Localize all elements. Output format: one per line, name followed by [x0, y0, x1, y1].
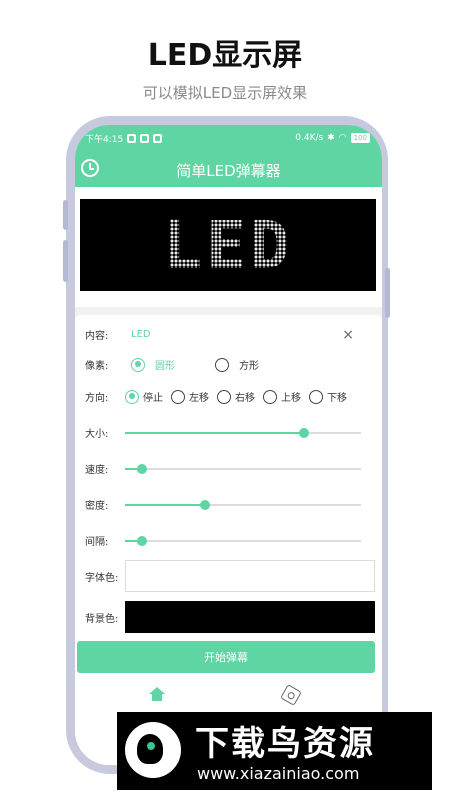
font-color-row: 字体色: — [85, 560, 375, 592]
font-color-swatch[interactable] — [125, 560, 375, 592]
radio-selected-icon — [131, 357, 145, 372]
pixel-label: 像素: — [85, 361, 109, 372]
slider-thumb[interactable] — [200, 499, 211, 510]
speed-row: 速度: — [85, 461, 374, 476]
close-icon[interactable]: × — [342, 327, 354, 343]
direction-label: 方向: — [85, 393, 109, 404]
phone-side-button — [63, 200, 68, 230]
led-preview-card: LED — [75, 187, 382, 307]
slider-thumb[interactable] — [136, 535, 147, 546]
status-bar: 下午4:15 0.4K/s ✱ ◠ 100 — [85, 131, 370, 145]
watermark: 下载鸟资源 www.xiazainiao.com — [117, 712, 432, 790]
font-color-label: 字体色: — [85, 572, 119, 584]
led-preview[interactable]: LED — [80, 199, 376, 291]
settings-form: 内容: LED × 像素: 圆形 方形 方向: 停止 左移 右移 上移 下移 大… — [75, 315, 382, 765]
size-row: 大小: — [85, 425, 374, 440]
bird-logo-icon — [125, 722, 181, 778]
direction-option-stop[interactable]: 停止 — [125, 389, 163, 404]
pixel-option-square[interactable]: 方形 — [215, 357, 259, 372]
direction-row: 方向: 停止 左移 右移 上移 下移 — [85, 389, 374, 404]
slider-thumb[interactable] — [136, 463, 147, 474]
speed-slider[interactable] — [125, 462, 361, 476]
density-slider[interactable] — [125, 498, 361, 512]
top-bar: 下午4:15 0.4K/s ✱ ◠ 100 简单LED弹幕器 — [75, 125, 382, 187]
spacing-label: 间隔: — [85, 537, 109, 548]
nav-home[interactable] — [127, 687, 187, 701]
home-icon — [149, 687, 165, 701]
direction-option-right[interactable]: 右移 — [217, 389, 255, 404]
direction-option-left[interactable]: 左移 — [171, 389, 209, 404]
bg-color-label: 背景色: — [85, 613, 119, 625]
phone-screen: 下午4:15 0.4K/s ✱ ◠ 100 简单LED弹幕器 LED 内容: L… — [75, 125, 382, 765]
bluetooth-icon: ✱ — [327, 133, 335, 143]
app-bar: 简单LED弹幕器 — [75, 157, 382, 181]
headline: LED显示屏 — [147, 38, 303, 73]
speed-label: 速度: — [85, 465, 109, 476]
radio-icon — [217, 389, 231, 404]
network-speed: 0.4K/s — [295, 133, 324, 143]
direction-option-down[interactable]: 下移 — [309, 389, 347, 404]
phone-power-button — [385, 268, 390, 318]
nav-settings[interactable] — [261, 684, 321, 706]
radio-icon — [171, 389, 185, 404]
size-label: 大小: — [85, 429, 109, 440]
notification-icon — [140, 133, 150, 143]
phone-side-button — [63, 240, 68, 282]
density-label: 密度: — [85, 501, 109, 512]
watermark-url: www.xiazainiao.com — [197, 764, 360, 783]
bg-color-swatch[interactable] — [125, 601, 375, 633]
app-title: 简单LED弹幕器 — [176, 162, 281, 180]
status-time: 下午4:15 — [85, 134, 124, 145]
notification-icon — [127, 133, 137, 143]
radio-icon — [309, 389, 323, 404]
led-preview-text: LED — [162, 206, 294, 284]
spacing-row: 间隔: — [85, 533, 374, 548]
content-row: 内容: LED × — [85, 327, 374, 343]
size-slider[interactable] — [125, 426, 361, 440]
gear-icon — [280, 684, 302, 706]
density-row: 密度: — [85, 497, 374, 512]
watermark-title: 下载鸟资源 — [195, 724, 375, 764]
slider-thumb[interactable] — [299, 427, 310, 438]
wifi-icon: ◠ — [338, 133, 347, 143]
content-input[interactable]: LED — [131, 329, 151, 340]
direction-option-up[interactable]: 上移 — [263, 389, 301, 404]
spacing-slider[interactable] — [125, 534, 361, 548]
radio-icon — [215, 357, 229, 372]
notification-icon — [153, 133, 163, 143]
start-button[interactable]: 开始弹幕 — [77, 641, 375, 673]
bg-color-row: 背景色: — [85, 601, 375, 633]
radio-selected-icon — [125, 389, 139, 404]
radio-icon — [263, 389, 277, 404]
subheadline: 可以模拟LED显示屏效果 — [142, 84, 308, 102]
content-label: 内容: — [85, 331, 109, 342]
pixel-row: 像素: 圆形 方形 — [85, 357, 374, 372]
battery-icon: 100 — [350, 133, 370, 143]
pixel-option-round[interactable]: 圆形 — [131, 357, 175, 372]
